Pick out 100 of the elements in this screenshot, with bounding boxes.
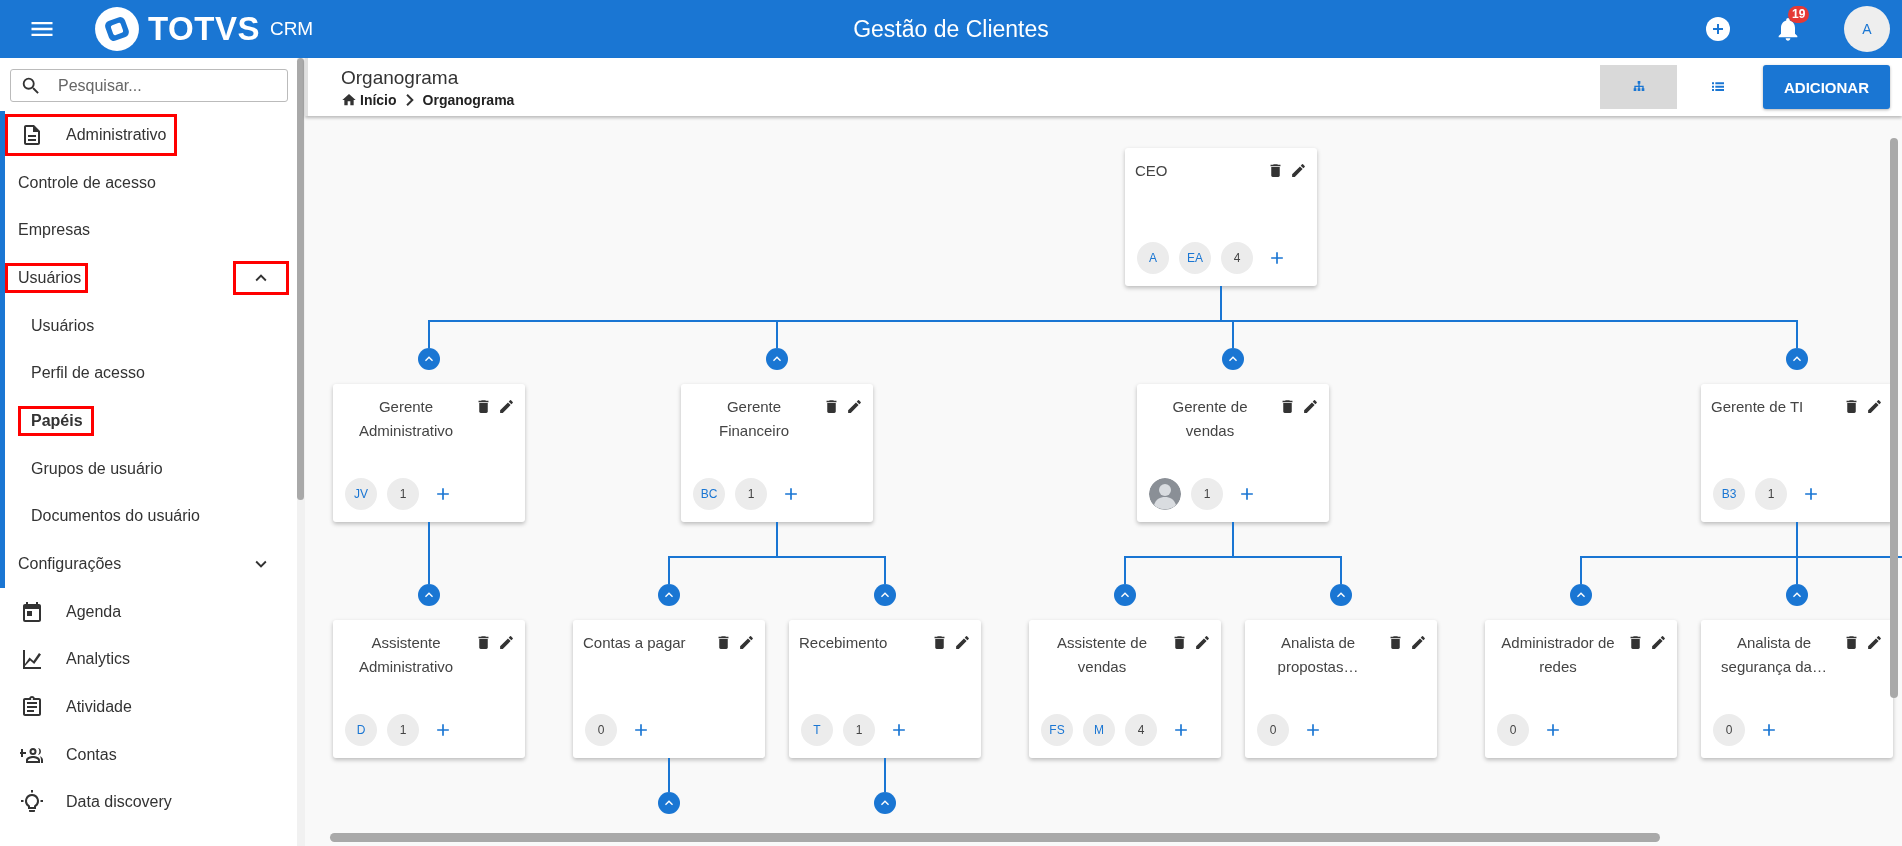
member-count[interactable]: 1 [387, 478, 419, 510]
member-count[interactable]: 1 [387, 714, 419, 746]
collapse-button[interactable] [658, 584, 680, 606]
member-count[interactable]: 1 [1191, 478, 1223, 510]
member-count[interactable]: 0 [1713, 714, 1745, 746]
collapse-button[interactable] [1786, 348, 1808, 370]
menu-item[interactable]: Usuários [5, 262, 89, 293]
lightbulb-icon [20, 790, 44, 815]
home-icon [341, 92, 357, 108]
edit-button[interactable] [738, 634, 755, 651]
member-count[interactable]: 0 [1257, 714, 1289, 746]
menu-item[interactable]: Documentos do usuário [18, 501, 211, 532]
page-title: Organograma [341, 66, 460, 90]
pencil-icon [846, 398, 863, 415]
collapse-button[interactable] [1330, 584, 1352, 606]
pencil-icon [1866, 398, 1883, 415]
menu-item[interactable]: Empresas [5, 215, 98, 246]
menu-item[interactable]: Administrativo [5, 113, 178, 156]
menu-item[interactable]: Agenda [5, 590, 133, 633]
role-title: Assistente de vendas [1055, 633, 1149, 677]
collapse-button[interactable] [874, 584, 896, 606]
edit-button[interactable] [1866, 398, 1883, 415]
role-title: Gerente de TI [1711, 397, 1804, 417]
collapse-button[interactable] [418, 584, 440, 606]
collapse-button[interactable] [1786, 584, 1808, 606]
pencil-icon [498, 398, 515, 415]
edit-button[interactable] [498, 398, 515, 415]
role-title: Contas a pagar [583, 633, 686, 653]
collapse-button[interactable] [1114, 584, 1136, 606]
member-count[interactable]: 1 [735, 478, 767, 510]
scrollbar-thumb[interactable] [1890, 138, 1898, 698]
collapse-button[interactable] [1222, 348, 1244, 370]
collapse-button[interactable] [658, 792, 680, 814]
collapse-button[interactable] [418, 348, 440, 370]
menu-item[interactable]: Grupos de usuário [18, 453, 174, 484]
pencil-icon [1866, 634, 1883, 651]
breadcrumb-link[interactable]: Início [341, 92, 397, 108]
calendar-icon [20, 599, 44, 624]
product-name: CRM [269, 18, 314, 40]
edit-button[interactable] [1866, 634, 1883, 651]
menu-item[interactable]: Atividade [5, 686, 143, 729]
member-count[interactable]: 1 [1755, 478, 1787, 510]
menu-item[interactable]: Papéis [18, 405, 94, 436]
expand-toggle[interactable] [233, 260, 289, 295]
member-avatar[interactable]: FS [1041, 714, 1073, 746]
menu-item[interactable]: Configurações [5, 549, 129, 580]
role-title: Analista de segurança da… [1720, 633, 1828, 677]
add-button[interactable]: ADICIONAR [1763, 65, 1890, 109]
member-avatar[interactable]: M [1083, 714, 1115, 746]
member-avatar[interactable]: B3 [1713, 478, 1745, 510]
menu-item[interactable]: Contas [5, 733, 128, 776]
avatar-icon[interactable] [1149, 478, 1181, 510]
role-title: Gerente Administrativo [357, 397, 455, 441]
role-title: Gerente Financeiro [717, 397, 790, 441]
pencil-icon [1290, 162, 1307, 179]
member-count[interactable]: 4 [1125, 714, 1157, 746]
role-title: Administrador de redes [1500, 633, 1616, 677]
pencil-icon [738, 634, 755, 651]
role-title: Gerente de vendas [1171, 397, 1249, 441]
member-avatar[interactable]: T [801, 714, 833, 746]
member-avatar[interactable]: A [1137, 242, 1169, 274]
member-count[interactable]: 0 [585, 714, 617, 746]
collapse-button[interactable] [874, 792, 896, 814]
member-avatar[interactable]: D [345, 714, 377, 746]
pencil-icon [1194, 634, 1211, 651]
edit-button[interactable] [1194, 634, 1211, 651]
search-field[interactable]: Pesquisar... [10, 69, 288, 102]
view-toggle[interactable] [1600, 65, 1677, 109]
member-count[interactable]: 1 [843, 714, 875, 746]
edit-button[interactable] [1290, 162, 1307, 179]
edit-button[interactable] [498, 634, 515, 651]
menu-item[interactable]: Controle de acesso [5, 167, 163, 198]
menu-item[interactable]: Usuários [18, 310, 106, 341]
edit-button[interactable] [846, 398, 863, 415]
pencil-icon [954, 634, 971, 651]
member-count[interactable]: 4 [1221, 242, 1253, 274]
menu-item[interactable]: Perfil de acesso [18, 358, 156, 389]
edit-button[interactable] [1302, 398, 1319, 415]
edit-button[interactable] [954, 634, 971, 651]
add-icon[interactable] [1706, 17, 1730, 41]
breadcrumb-link[interactable]: Organograma [422, 92, 515, 108]
line-chart-icon [20, 647, 44, 672]
member-avatar[interactable]: BC [693, 478, 725, 510]
pencil-icon [1650, 634, 1667, 651]
app-title: Gestão de Clientes [853, 15, 1049, 43]
edit-button[interactable] [1650, 634, 1667, 651]
scrollbar-thumb[interactable] [297, 58, 304, 500]
role-title: CEO [1135, 161, 1168, 181]
collapse-button[interactable] [1570, 584, 1592, 606]
member-avatar[interactable]: JV [345, 478, 377, 510]
collapse-button[interactable] [766, 348, 788, 370]
role-title: Recebimento [799, 633, 888, 653]
edit-button[interactable] [1410, 634, 1427, 651]
user-avatar[interactable]: A [1844, 6, 1890, 52]
menu-item[interactable]: Analytics [5, 638, 142, 681]
scrollbar-thumb[interactable] [330, 833, 1660, 842]
member-avatar[interactable]: EA [1179, 242, 1211, 274]
member-count[interactable]: 0 [1497, 714, 1529, 746]
chevron-right-icon [405, 94, 414, 106]
menu-item[interactable]: Data discovery [5, 781, 183, 824]
